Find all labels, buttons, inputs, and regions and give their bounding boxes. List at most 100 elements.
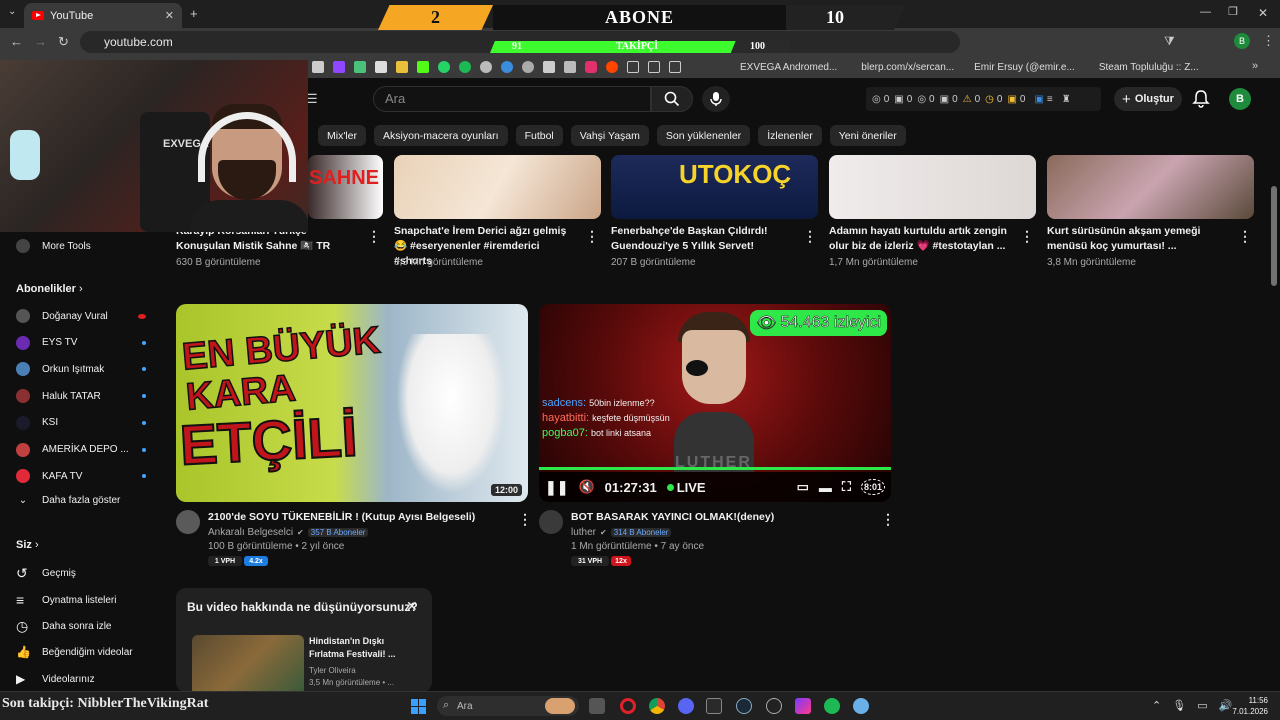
channel-avatar[interactable] xyxy=(176,510,200,534)
extension-stats-bar[interactable]: ◎ 0 ▣ 0 ◎ 0 ▣ 0 ⚠ 0 ◷ 0 ▣ 0 ▣ ≡ ♜ xyxy=(866,87,1101,111)
settings-label[interactable]: 8:01 xyxy=(860,479,885,495)
browser-menu-icon[interactable]: ⋮ xyxy=(1262,34,1275,47)
video-title[interactable]: Kurt sürüsünün akşam yemeği menüsü koç y… xyxy=(1047,224,1232,254)
fullscreen-icon[interactable]: ⛶ xyxy=(842,479,851,495)
mute-icon[interactable]: 🔇 xyxy=(578,479,594,495)
steam-icon[interactable] xyxy=(736,698,752,714)
tab-youtube[interactable]: YouTube ✕ xyxy=(24,3,182,28)
spotify-icon[interactable] xyxy=(459,61,471,73)
video-title[interactable]: Adamın hayatı kurtuldu artık zengin olur… xyxy=(829,224,1014,254)
reddit-icon[interactable] xyxy=(606,61,618,73)
new-tab-icon[interactable]: + xyxy=(190,7,198,20)
sidebar-subscription-item[interactable]: EYS TV xyxy=(16,335,146,350)
video-title[interactable]: Fenerbahçe'de Başkan Çıldırdı! Guendouzi… xyxy=(611,224,796,254)
more-options-icon[interactable]: ⋮ xyxy=(367,228,381,245)
search-button[interactable] xyxy=(651,86,693,112)
app-icon-7[interactable] xyxy=(564,61,576,73)
more-options-icon[interactable]: ⋮ xyxy=(585,228,599,245)
forward-icon[interactable]: → xyxy=(34,35,47,48)
bookmark-2[interactable]: blerp.com/x/sercan... xyxy=(861,62,954,73)
video-title[interactable]: BOT BASARAK YAYINCI OLMAK!(deney) xyxy=(571,510,871,525)
profile-icon[interactable]: B xyxy=(1234,33,1250,49)
live-indicator[interactable]: LIVE xyxy=(666,480,706,495)
chip-wildlife[interactable]: Vahşi Yaşam xyxy=(570,125,649,146)
kick-icon[interactable] xyxy=(417,61,429,73)
app-icon[interactable] xyxy=(795,698,811,714)
survey-close-icon[interactable]: ✕ xyxy=(406,598,418,615)
pip-icon[interactable]: ▭ xyxy=(797,479,809,495)
video-thumbnail[interactable]: SAHNE xyxy=(308,155,383,219)
app-icon-2[interactable] xyxy=(853,698,869,714)
theater-icon[interactable]: ▬ xyxy=(819,480,832,495)
obs-icon[interactable] xyxy=(766,698,782,714)
video-thumbnail[interactable] xyxy=(829,155,1036,219)
extensions-icon[interactable]: ⧩ xyxy=(1164,35,1175,47)
maximize-icon[interactable]: ❐ xyxy=(1228,7,1238,18)
app-icon-6[interactable] xyxy=(522,61,534,73)
sidebar-item-watch-later[interactable]: ◷ Daha sonra izle xyxy=(16,618,146,635)
clock[interactable]: 11:56 7.01.2026 xyxy=(1228,695,1268,717)
video-thumbnail[interactable] xyxy=(1047,155,1254,219)
sidebar-subscription-item[interactable]: KSI xyxy=(16,415,146,430)
sidebar-item-playlists[interactable]: ≡ Oynatma listeleri xyxy=(16,592,146,608)
survey-video-title[interactable]: Hindistan'ın Dışkı Fırlatma Festivali! .… xyxy=(309,635,409,661)
chrome-icon[interactable] xyxy=(649,698,665,714)
spotify-icon[interactable] xyxy=(824,698,840,714)
channel-avatar[interactable] xyxy=(539,510,563,534)
sidebar-subscription-item[interactable]: AMERİKA DEPO ... xyxy=(16,442,146,457)
bookmark-1[interactable]: EXVEGA Andromed... xyxy=(740,62,837,73)
app-icon-3[interactable] xyxy=(396,61,408,73)
video-title[interactable]: 2100'de SOYU TÜKENEBİLİR ! (Kutup Ayısı … xyxy=(208,510,508,525)
channel-name[interactable]: Ankaralı Belgeselci ✔ 357 B Aboneler xyxy=(208,527,369,538)
chip-recently-uploaded[interactable]: Son yüklenenler xyxy=(656,125,751,146)
sidebar-item-history[interactable]: ↺ Geçmiş xyxy=(16,565,146,582)
sidebar-item-your-videos[interactable]: ▶ Videolarınız xyxy=(16,672,146,686)
create-button[interactable]: + Oluştur xyxy=(1114,87,1182,111)
chip-football[interactable]: Futbol xyxy=(515,125,563,146)
survey-video-thumbnail[interactable] xyxy=(192,635,304,692)
video-thumbnail[interactable]: EN BÜYÜK KARA ETÇİLİ 12:00 xyxy=(176,304,528,502)
ext-icon-2[interactable]: ≡ xyxy=(1047,94,1053,105)
folder-icon[interactable] xyxy=(627,61,639,73)
more-options-icon[interactable]: ⋮ xyxy=(803,228,817,245)
chip-mixes[interactable]: Mix'ler xyxy=(318,125,367,146)
account-avatar[interactable]: B xyxy=(1229,88,1251,110)
more-options-icon[interactable]: ⋮ xyxy=(1238,228,1252,245)
taskbar-search[interactable]: ⌕ Ara xyxy=(437,696,579,716)
reload-icon[interactable]: ↻ xyxy=(58,35,69,48)
network-icon[interactable]: ▭ xyxy=(1197,699,1207,712)
app-icon[interactable] xyxy=(354,61,366,73)
voice-search-button[interactable] xyxy=(702,86,730,112)
task-view-icon[interactable] xyxy=(589,698,605,714)
chip-new-to-you[interactable]: Yeni öneriler xyxy=(829,125,906,146)
you-header[interactable]: Siz › xyxy=(16,539,39,551)
more-options-icon[interactable]: ⋮ xyxy=(881,511,895,528)
tab-close-icon[interactable]: ✕ xyxy=(165,9,174,22)
video-player[interactable]: LUTHER 👁 54.463 izleyici sadcens: 50bin … xyxy=(539,304,891,502)
opera-icon[interactable] xyxy=(620,698,636,714)
chevron-up-icon[interactable]: ⌃ xyxy=(1152,699,1161,712)
app-icon-5[interactable] xyxy=(501,61,513,73)
start-icon[interactable] xyxy=(411,699,426,714)
channel-name[interactable]: luther ✔ 314 B Aboneler xyxy=(571,527,672,538)
more-options-icon[interactable]: ⋮ xyxy=(518,511,532,528)
minimize-icon[interactable]: — xyxy=(1200,7,1211,18)
sidebar-item-liked[interactable]: 👍 Beğendiğim videolar xyxy=(16,645,146,659)
x-icon[interactable] xyxy=(312,61,324,73)
whatsapp-icon[interactable] xyxy=(438,61,450,73)
close-window-icon[interactable]: ✕ xyxy=(1258,7,1268,19)
tiktok-icon[interactable] xyxy=(543,61,555,73)
search-input[interactable]: Ara xyxy=(373,86,651,112)
notifications-bell-icon[interactable] xyxy=(1192,89,1210,109)
folder-icon-2[interactable] xyxy=(648,61,660,73)
subscriptions-header[interactable]: Abonelikler › xyxy=(16,283,83,295)
sidebar-subscription-item[interactable]: Haluk TATAR xyxy=(16,389,146,404)
ext-icon-3[interactable]: ♜ xyxy=(1062,94,1071,105)
bookmark-4[interactable]: Steam Topluluğu :: Z... xyxy=(1099,62,1199,73)
discord-icon[interactable] xyxy=(678,698,694,714)
more-options-icon[interactable]: ⋮ xyxy=(1020,228,1034,245)
instagram-icon[interactable] xyxy=(585,61,597,73)
folder-icon-3[interactable] xyxy=(669,61,681,73)
bookmarks-more-icon[interactable]: » xyxy=(1252,61,1258,72)
show-more-button[interactable]: ⌄ Daha fazla göster xyxy=(16,495,146,506)
